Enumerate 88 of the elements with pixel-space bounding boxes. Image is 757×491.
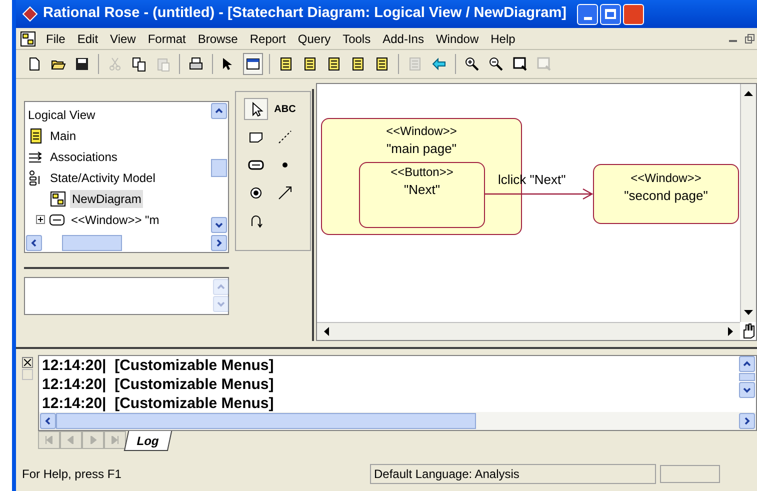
menu-item[interactable]: Browse xyxy=(192,30,244,48)
up-arrow-icon[interactable] xyxy=(744,90,753,96)
frame-icon xyxy=(536,56,552,72)
document-icon xyxy=(28,128,44,144)
close-icon[interactable] xyxy=(22,357,32,368)
menu-item[interactable]: Query xyxy=(292,30,337,48)
tree-item[interactable]: NewDiagram xyxy=(70,190,144,208)
maximize-button[interactable] xyxy=(600,4,622,24)
state-name: "main page" xyxy=(386,140,456,157)
window-title: Rational Rose - (untitled) - [Statechart Diagram: Logical View / NewDiagram] xyxy=(43,4,566,24)
bullseye-icon xyxy=(248,185,264,201)
state-name: "Next" xyxy=(404,181,440,198)
scroll-arrow-button[interactable] xyxy=(211,103,227,119)
expand-icon[interactable] xyxy=(36,215,45,224)
menu-item[interactable]: Tools xyxy=(336,30,377,48)
scroll-arrow-button[interactable] xyxy=(211,217,227,233)
stereotype-label: <<Button>> xyxy=(390,164,454,181)
frame-icon xyxy=(512,56,528,72)
menu-item[interactable]: Format xyxy=(142,30,192,48)
scroll-arrow-button[interactable] xyxy=(211,235,227,251)
scroll-arrow-button[interactable] xyxy=(26,235,42,251)
rounded-rectangle-icon xyxy=(49,212,65,228)
triangle-icon xyxy=(89,436,97,444)
toolbar-button[interactable] xyxy=(243,53,263,75)
menu-item[interactable]: Report xyxy=(244,30,292,48)
stereotype-label: <<Window>> xyxy=(630,170,702,187)
tree-item[interactable]: Associations xyxy=(48,148,120,166)
tool-button[interactable]: ABC xyxy=(273,98,297,120)
tool-button[interactable] xyxy=(244,98,268,120)
scroll-thumb[interactable] xyxy=(211,159,227,177)
scissors-icon xyxy=(107,56,123,72)
scroll-arrow-button[interactable] xyxy=(739,356,755,372)
restore-icon[interactable] xyxy=(745,34,755,44)
document-icon xyxy=(326,56,342,72)
triangle-icon xyxy=(111,436,119,444)
clipboard-icon xyxy=(155,56,171,72)
tree-item[interactable]: Main xyxy=(48,126,78,144)
scroll-arrow-button[interactable] xyxy=(40,413,56,429)
tree-item[interactable]: Logical View xyxy=(28,106,96,124)
document-icon xyxy=(278,56,294,72)
document-icon xyxy=(374,56,390,72)
log-line: 12:14:20| [Customizable Menus] xyxy=(42,375,275,394)
menu-item[interactable]: File xyxy=(40,30,72,48)
zoom-in-icon xyxy=(464,56,480,72)
window-icon xyxy=(245,56,261,72)
horizontal-scrollbar[interactable] xyxy=(317,322,740,340)
diamond-logo-icon xyxy=(22,6,38,22)
zoom-out-icon xyxy=(488,56,504,72)
scroll-thumb[interactable] xyxy=(56,413,476,429)
scroll-thumb[interactable] xyxy=(739,373,755,381)
document-icon xyxy=(407,56,423,72)
dashed-line-icon xyxy=(277,129,293,145)
close-button[interactable] xyxy=(623,4,644,24)
status-text: For Help, press F1 xyxy=(21,466,122,483)
arrows-icon xyxy=(28,148,44,164)
log-tab[interactable]: Log xyxy=(124,431,172,451)
copy-icon xyxy=(131,56,147,72)
document-icon xyxy=(350,56,366,72)
scroll-arrow-button[interactable] xyxy=(739,413,755,429)
log-line: 12:14:20| [Customizable Menus] xyxy=(42,356,275,375)
down-arrow-icon[interactable] xyxy=(744,310,753,316)
printer-icon xyxy=(188,56,204,72)
document-icon xyxy=(302,56,318,72)
status-language: Default Language: Analysis xyxy=(370,464,656,484)
scroll-arrow-button[interactable] xyxy=(739,382,755,398)
tree-item[interactable]: State/Activity Model xyxy=(48,168,158,186)
menu-item[interactable]: Help xyxy=(484,30,522,48)
stereotype-label: <<Window>> xyxy=(386,123,457,140)
arrow-icon xyxy=(277,185,293,201)
left-arrow-icon xyxy=(431,56,447,72)
status-pane xyxy=(660,465,720,483)
right-arrow-icon[interactable] xyxy=(728,327,734,336)
minimize-button[interactable] xyxy=(577,4,598,24)
left-arrow-icon[interactable] xyxy=(323,327,329,336)
vertical-scrollbar[interactable] xyxy=(740,84,756,322)
menu-item[interactable]: View xyxy=(104,30,142,48)
triangle-icon xyxy=(67,436,75,444)
statechart-icon xyxy=(20,30,36,46)
menu-item[interactable]: Window xyxy=(430,30,485,48)
menu-item[interactable]: Add-Ins xyxy=(376,30,430,48)
state-name: "second page" xyxy=(624,187,708,204)
minimize-icon[interactable] xyxy=(729,40,737,42)
triangle-icon xyxy=(45,436,53,444)
statechart-icon xyxy=(50,190,66,206)
log-line: 12:14:20| [Customizable Menus] xyxy=(42,394,275,413)
menu-item[interactable]: Edit xyxy=(71,30,104,48)
tree-item[interactable]: <<Window>> "m xyxy=(69,210,162,228)
scroll-thumb[interactable] xyxy=(62,235,122,251)
